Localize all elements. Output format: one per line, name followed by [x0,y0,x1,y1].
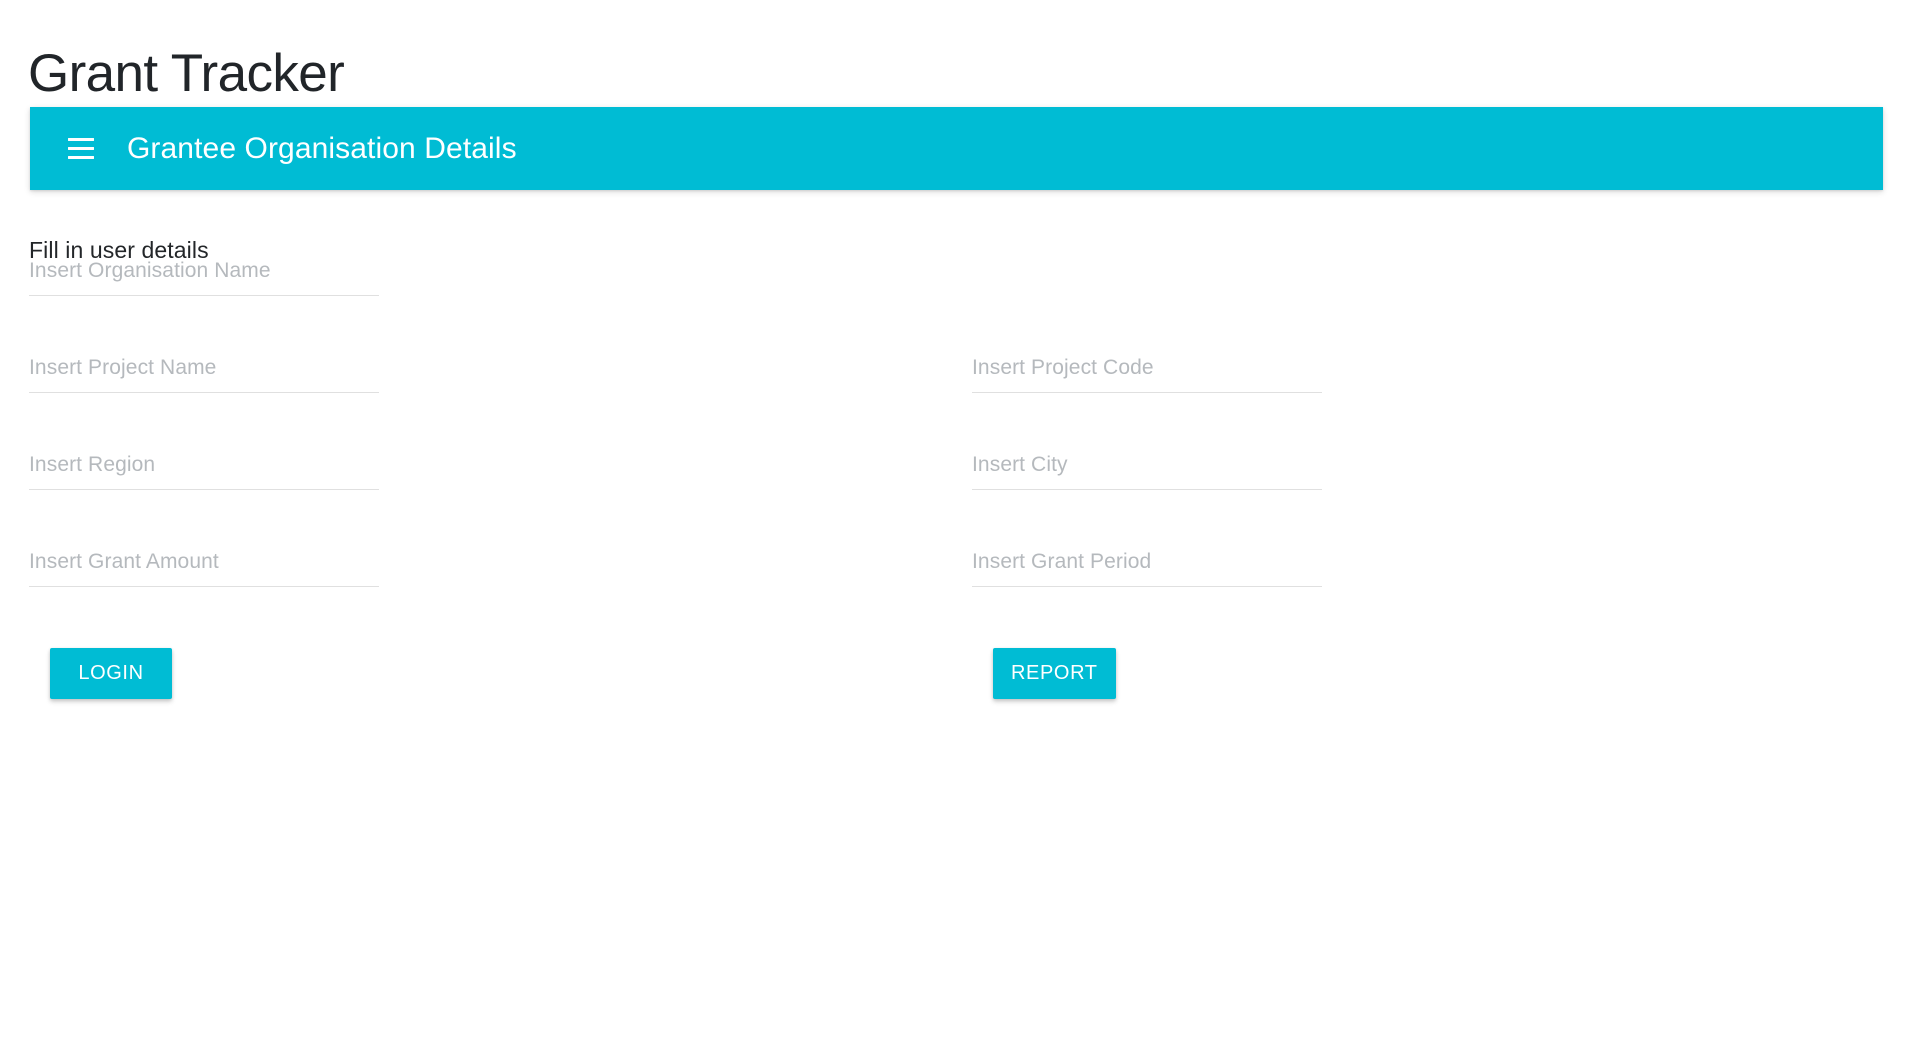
grant-period-input[interactable] [972,543,1322,587]
field-project-name [29,349,379,405]
field-project-code [972,349,1322,405]
report-button[interactable]: REPORT [993,648,1116,699]
form-row-project [0,349,1920,446]
app-toolbar: Grantee Organisation Details [30,107,1883,190]
form-actions: LOGIN REPORT [0,648,1920,708]
menu-bar-3 [68,156,94,159]
grant-amount-input[interactable] [29,543,379,587]
form-row-organisation [0,252,1920,349]
page-title: Grant Tracker [28,43,345,103]
project-name-input[interactable] [29,349,379,393]
field-grant-period [972,543,1322,599]
field-grant-amount [29,543,379,599]
menu-bar-1 [68,138,94,141]
field-organisation-name [29,252,379,308]
login-button[interactable]: LOGIN [50,648,172,699]
region-input[interactable] [29,446,379,490]
menu-bar-2 [68,147,94,150]
grantee-details-form [0,252,1920,640]
form-row-grant [0,543,1920,640]
hamburger-menu-icon[interactable] [60,128,102,170]
field-region [29,446,379,502]
toolbar-title: Grantee Organisation Details [127,131,517,165]
organisation-name-input[interactable] [29,252,379,296]
form-row-location [0,446,1920,543]
field-city [972,446,1322,502]
city-input[interactable] [972,446,1322,490]
project-code-input[interactable] [972,349,1322,393]
